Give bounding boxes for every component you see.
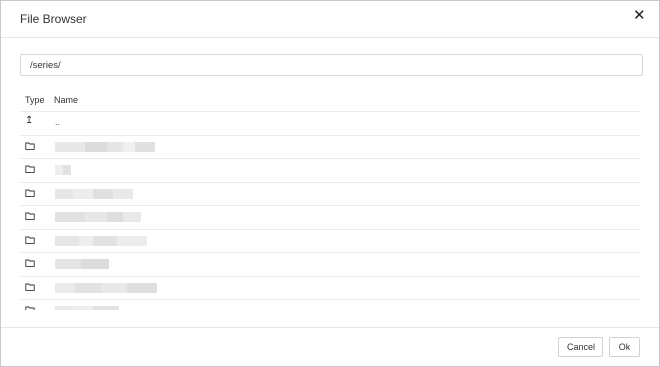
folder-icon [25, 259, 35, 267]
folder-icon [25, 306, 35, 310]
dialog-title: File Browser [20, 12, 87, 26]
list-item[interactable] [20, 183, 641, 206]
footer-divider [1, 327, 659, 328]
list-item[interactable] [20, 159, 641, 183]
redacted-name [55, 212, 141, 222]
redacted-name [55, 235, 147, 246]
folder-icon [25, 236, 35, 244]
dialog-header: File Browser ✕ [1, 1, 659, 38]
list-item-name: .. [55, 117, 61, 127]
cancel-button[interactable]: Cancel [558, 337, 603, 357]
list-item[interactable] [20, 277, 641, 300]
list-item[interactable] [20, 136, 641, 159]
redacted-name [55, 259, 109, 269]
redacted-name [55, 306, 119, 310]
column-header-name: Name [54, 95, 79, 105]
folder-icon [25, 189, 35, 197]
redacted-name [55, 282, 157, 293]
file-list[interactable]: ↥ .. [20, 112, 641, 310]
folder-icon [25, 142, 35, 150]
list-item[interactable] [20, 300, 641, 310]
list-item[interactable] [20, 206, 641, 230]
redacted-name [55, 141, 155, 152]
column-header-type: Type [25, 95, 45, 105]
folder-icon [25, 165, 35, 173]
folder-icon [25, 283, 35, 291]
ok-button[interactable]: Ok [609, 337, 640, 357]
file-browser-dialog: File Browser ✕ Type Name ↥ .. [0, 0, 660, 367]
list-item[interactable] [20, 253, 641, 277]
list-item[interactable] [20, 230, 641, 253]
redacted-name [55, 188, 133, 199]
folder-icon [25, 212, 35, 220]
path-input[interactable] [20, 54, 643, 76]
list-item-parent[interactable]: ↥ .. [20, 112, 641, 136]
up-arrow-icon: ↥ [25, 115, 34, 126]
close-icon[interactable]: ✕ [633, 8, 646, 23]
redacted-name [55, 165, 71, 175]
